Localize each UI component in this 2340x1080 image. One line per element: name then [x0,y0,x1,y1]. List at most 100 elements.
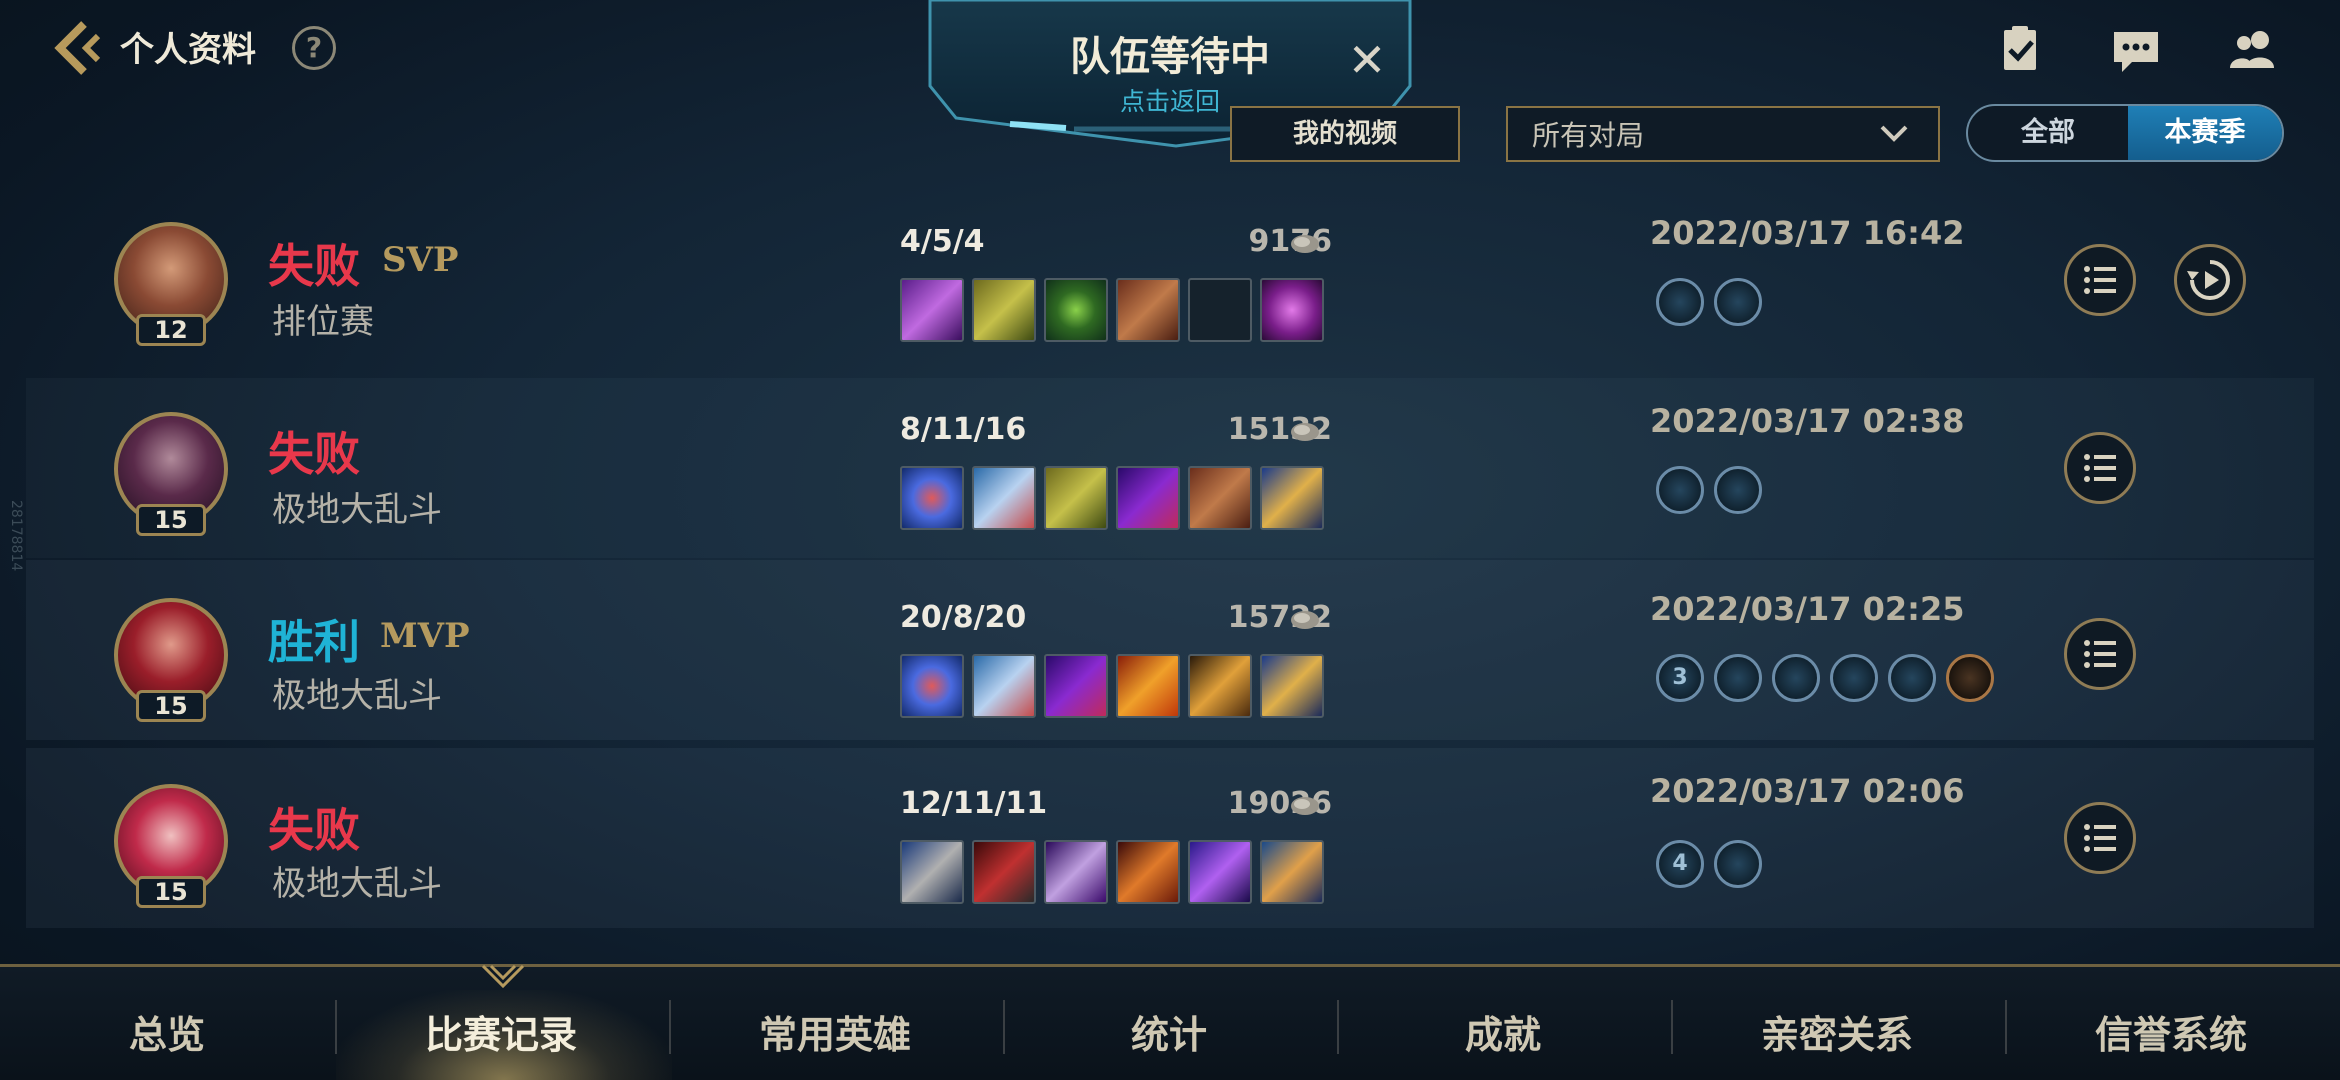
match-details-button[interactable] [2064,618,2136,690]
trinket-slot[interactable] [1260,840,1324,904]
match-date: 2022/03/17 02:38 [1650,402,1965,440]
match-filter-value: 所有对局 [1532,119,1645,152]
medal-icon[interactable] [1888,654,1936,702]
item-slot[interactable] [1044,466,1108,530]
chevron-down-icon [1880,125,1908,142]
item-slot[interactable] [1188,840,1252,904]
tab-divider [1337,1000,1339,1054]
item-slot[interactable] [900,654,964,718]
game-mode: 极地大乱斗 [272,490,442,530]
item-slot[interactable] [900,466,964,530]
tab-divider [669,1000,671,1054]
close-icon[interactable]: ✕ [1345,37,1389,83]
medal-icon[interactable] [1656,466,1704,514]
item-slot[interactable] [1044,840,1108,904]
item-slot[interactable] [900,278,964,342]
item-slot[interactable] [1044,278,1108,342]
kda: 4/5/4 [900,224,985,259]
item-slot[interactable] [972,466,1036,530]
champion-level: 15 [136,690,206,722]
list-icon [2084,454,2116,482]
match-result: 胜利 [268,615,360,669]
match-date: 2022/03/17 16:42 [1650,214,1965,252]
tab-honor-system[interactable]: 信誉系统 [2021,1004,2321,1059]
item-slot[interactable] [1188,654,1252,718]
medal-icon[interactable] [1714,466,1762,514]
medal-icon[interactable]: 3 [1656,654,1704,702]
kda: 8/11/16 [900,412,1027,447]
item-slot[interactable] [900,840,964,904]
match-details-button[interactable] [2064,432,2136,504]
back-arrow-icon[interactable] [50,18,106,78]
medal-icon[interactable] [1946,654,1994,702]
champion-level: 15 [136,504,206,536]
help-icon[interactable]: ? [292,26,336,70]
queue-title: 队伍等待中 [1070,34,1270,80]
match-details-button[interactable] [2064,244,2136,316]
match-result: 失败 [268,427,360,481]
tab-divider [335,1000,337,1054]
match-details-button[interactable] [2064,802,2136,874]
match-date: 2022/03/17 02:25 [1650,590,1965,628]
item-slot[interactable] [1116,278,1180,342]
game-mode: 排位赛 [272,302,374,342]
medal-icon[interactable] [1830,654,1878,702]
tab-achievements[interactable]: 成就 [1353,1004,1653,1059]
medal-icon[interactable] [1714,278,1762,326]
medal-icon[interactable] [1772,654,1820,702]
gold-coin-icon [1291,797,1319,815]
item-slot[interactable] [1116,466,1180,530]
chat-bubble-icon[interactable] [2106,22,2166,78]
svp-badge: SVP [382,240,459,280]
tab-divider [1671,1000,1673,1054]
list-icon [2084,266,2116,294]
match-result: 失败 [268,239,360,293]
match-row[interactable]: 12 失败 SVP 排位赛 4/5/4 9176 2022/03/17 16:4… [26,190,2314,370]
tab-champions[interactable]: 常用英雄 [685,1004,985,1059]
item-slot-empty[interactable] [1188,278,1252,342]
task-checklist-icon[interactable] [1990,22,2050,78]
item-slot[interactable] [1116,840,1180,904]
active-tab-indicator-icon [481,964,525,989]
watermark-id: 28178814 [8,500,24,572]
match-date: 2022/03/17 02:06 [1650,772,1965,810]
medal-icon[interactable] [1714,654,1762,702]
match-row[interactable]: 15 胜利 MVP 极地大乱斗 20/8/20 15722 2022/03/17… [26,560,2314,740]
replay-icon [2187,260,2230,300]
kda: 12/11/11 [900,786,1048,821]
tab-statistics[interactable]: 统计 [1019,1004,1319,1059]
tab-divider [1003,1000,1005,1054]
mvp-badge: MVP [380,616,470,656]
page-title: 个人资料 [120,30,256,70]
item-slot[interactable] [1188,466,1252,530]
trinket-slot[interactable] [1260,466,1324,530]
my-videos-button[interactable]: 我的视频 [1230,106,1460,162]
game-mode: 极地大乱斗 [272,864,442,904]
item-slot[interactable] [1044,654,1108,718]
medal-icon[interactable] [1714,840,1762,888]
tab-match-history[interactable]: 比赛记录 [351,1004,651,1059]
item-slot[interactable] [972,654,1036,718]
tab-relationships[interactable]: 亲密关系 [1687,1004,1987,1059]
medal-icon[interactable]: 4 [1656,840,1704,888]
champion-level: 15 [136,876,206,908]
gold-coin-icon [1291,235,1319,253]
medal-icon[interactable] [1656,278,1704,326]
trinket-slot[interactable] [1260,654,1324,718]
tab-overview[interactable]: 总览 [17,1004,317,1059]
trinket-slot[interactable] [1260,278,1324,342]
item-slot[interactable] [1116,654,1180,718]
segment-all[interactable]: 全部 [1968,106,2128,160]
match-result: 失败 [268,803,360,857]
segment-this-season[interactable]: 本赛季 [2128,106,2282,160]
match-row[interactable]: 15 失败 极地大乱斗 12/11/11 19026 2022/03/17 02… [26,748,2314,928]
match-row[interactable]: 15 失败 极地大乱斗 8/11/16 15132 2022/03/17 02:… [26,378,2314,558]
friends-icon[interactable] [2224,22,2284,78]
tab-divider [2005,1000,2007,1054]
replay-button[interactable] [2174,244,2246,316]
item-slot[interactable] [972,840,1036,904]
item-slot[interactable] [972,278,1036,342]
gold-coin-icon [1291,423,1319,441]
game-mode: 极地大乱斗 [272,676,442,716]
gold-coin-icon [1291,611,1319,629]
